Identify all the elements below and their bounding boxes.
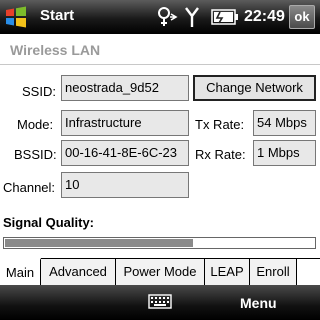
bssid-field: 00-16-41-8E-6C-23 bbox=[61, 140, 189, 166]
ssid-label: SSID: bbox=[22, 84, 56, 99]
channel-label: Channel: bbox=[3, 180, 56, 195]
page-title: Wireless LAN bbox=[10, 42, 101, 58]
channel-field: 10 bbox=[61, 172, 189, 198]
signal-quality-bar bbox=[3, 237, 316, 249]
tab-main[interactable]: Main bbox=[0, 258, 41, 286]
change-network-button[interactable]: Change Network bbox=[193, 75, 316, 101]
tab-advanced[interactable]: Advanced bbox=[41, 259, 116, 286]
ok-button[interactable]: ok bbox=[289, 5, 315, 29]
tx-rate-field: 54 Mbps bbox=[253, 110, 316, 136]
keyboard-icon[interactable] bbox=[148, 294, 172, 310]
tab-leap[interactable]: LEAP bbox=[205, 259, 250, 286]
rx-rate-label: Rx Rate: bbox=[195, 147, 246, 162]
mode-label: Mode: bbox=[17, 117, 54, 132]
bluetooth-connect-icon[interactable] bbox=[157, 6, 181, 28]
rx-rate-field: 1 Mbps bbox=[253, 140, 316, 166]
bssid-label: BSSID: bbox=[14, 147, 57, 162]
mode-field: Infrastructure bbox=[61, 110, 189, 136]
clock[interactable]: 22:49 bbox=[244, 8, 285, 26]
softkey-bar: Menu bbox=[0, 285, 320, 320]
signal-antenna-icon[interactable] bbox=[185, 6, 199, 28]
signal-quality-label: Signal Quality: bbox=[3, 215, 95, 230]
tab-bar: Main Advanced Power Mode LEAP Enroll bbox=[0, 258, 320, 286]
tab-enroll[interactable]: Enroll bbox=[250, 259, 297, 286]
title-divider bbox=[0, 64, 320, 65]
battery-charging-icon[interactable] bbox=[211, 9, 239, 25]
status-bar: Start 22:49 ok bbox=[0, 0, 320, 34]
signal-quality-fill bbox=[5, 239, 193, 247]
tab-power-mode[interactable]: Power Mode bbox=[116, 259, 205, 286]
ssid-field: neostrada_9d52 bbox=[61, 75, 189, 101]
menu-softkey[interactable]: Menu bbox=[240, 295, 277, 311]
tx-rate-label: Tx Rate: bbox=[195, 117, 245, 132]
windows-logo-icon[interactable] bbox=[5, 6, 27, 28]
start-label[interactable]: Start bbox=[40, 7, 74, 24]
